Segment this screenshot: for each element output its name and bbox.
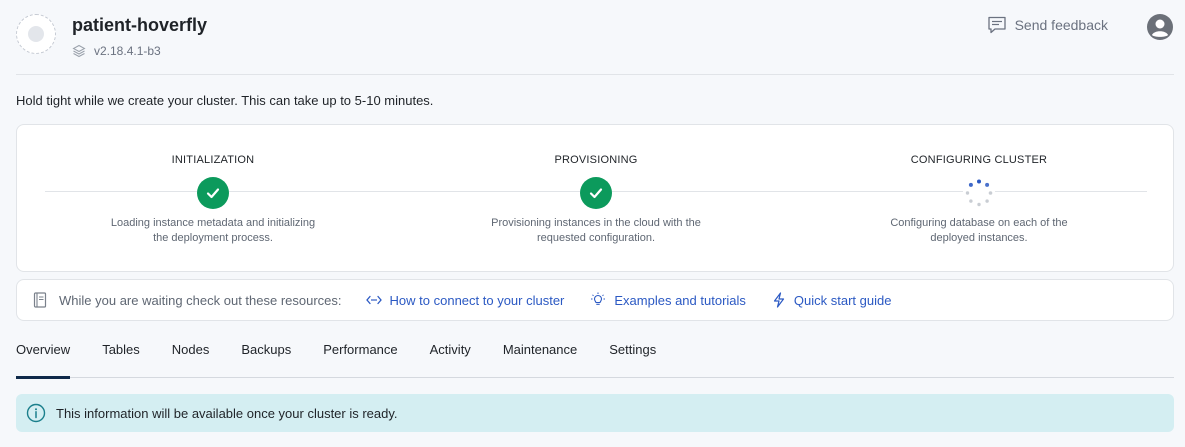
layers-icon xyxy=(72,44,86,58)
user-account-icon[interactable] xyxy=(1146,13,1174,41)
tab-nodes[interactable]: Nodes xyxy=(172,332,210,378)
send-feedback-label: Send feedback xyxy=(1014,17,1108,33)
step-marker xyxy=(197,177,229,209)
info-banner-text: This information will be available once … xyxy=(56,405,398,421)
feedback-icon xyxy=(987,16,1006,34)
info-banner: This information will be available once … xyxy=(16,394,1174,432)
creation-notice: Hold tight while we create your cluster.… xyxy=(16,93,434,108)
step-description: Configuring database on each of the depl… xyxy=(890,217,1068,244)
tab-activity[interactable]: Activity xyxy=(430,332,471,378)
provisioning-progress-card: INITIALIZATION Loading instance metadata… xyxy=(16,124,1174,272)
version-label: v2.18.4.1-b3 xyxy=(94,44,161,58)
tab-overview[interactable]: Overview xyxy=(16,332,71,379)
send-feedback-button[interactable]: Send feedback xyxy=(987,16,1108,34)
lightbulb-icon xyxy=(591,292,606,305)
cluster-tabs: Overview Tables Nodes Backups Performanc… xyxy=(16,332,1174,379)
tab-maintenance[interactable]: Maintenance xyxy=(503,332,577,378)
connect-cluster-link[interactable]: How to connect to your cluster xyxy=(365,292,565,308)
tab-settings[interactable]: Settings xyxy=(609,332,656,378)
tab-tables[interactable]: Tables xyxy=(102,332,140,378)
tab-backups[interactable]: Backups xyxy=(241,332,291,378)
cluster-name: patient-hoverfly xyxy=(72,15,208,35)
quick-start-label: Quick start guide xyxy=(793,292,892,308)
step-marker xyxy=(580,177,612,209)
step-title: CONFIGURING CLUSTER xyxy=(910,154,1048,166)
connect-icon xyxy=(365,295,382,305)
step-description: Provisioning instances in the cloud with… xyxy=(491,217,701,244)
cluster-avatar xyxy=(16,14,56,54)
info-icon xyxy=(26,403,46,423)
book-icon xyxy=(33,292,47,308)
check-icon xyxy=(580,177,612,209)
page-header: patient-hoverfly v2.18.4.1-b3 Send feedb… xyxy=(16,14,1174,74)
connect-cluster-label: How to connect to your cluster xyxy=(389,292,565,308)
tab-performance[interactable]: Performance xyxy=(323,332,397,378)
quick-start-link[interactable]: Quick start guide xyxy=(772,292,892,308)
check-icon xyxy=(197,177,229,209)
step-title: INITIALIZATION xyxy=(171,154,255,166)
examples-tutorials-link[interactable]: Examples and tutorials xyxy=(590,292,746,308)
version-row: v2.18.4.1-b3 xyxy=(72,44,161,58)
step-title: PROVISIONING xyxy=(554,154,638,166)
resources-bar: While you are waiting check out these re… xyxy=(16,279,1174,321)
resources-lead: While you are waiting check out these re… xyxy=(59,292,342,308)
header-divider xyxy=(16,74,1174,75)
loading-spinner-icon xyxy=(963,177,995,209)
step-description: Loading instance metadata and initializi… xyxy=(110,217,316,244)
step-marker xyxy=(963,177,995,209)
lightning-icon xyxy=(773,292,785,308)
examples-tutorials-label: Examples and tutorials xyxy=(614,292,746,308)
